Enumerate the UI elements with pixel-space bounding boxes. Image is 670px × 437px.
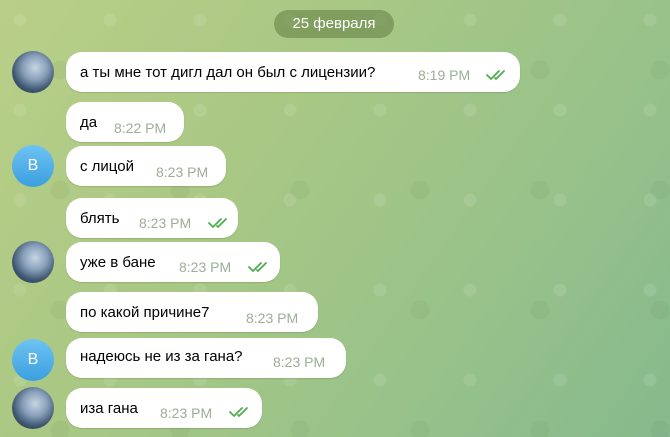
message-text: блять (80, 210, 120, 227)
message-text: а ты мне тот дигл дал он был с лицензии? (80, 64, 376, 81)
message-bubble[interactable]: с лицой 8:23 PM (66, 146, 226, 186)
read-checkmarks-icon (229, 407, 248, 417)
read-checkmarks-icon (486, 70, 505, 80)
message-time: 8:23 PM (179, 259, 232, 275)
avatar[interactable] (12, 51, 54, 93)
avatar[interactable]: B (12, 145, 54, 187)
message-text: надеюсь не из за гана? (80, 348, 243, 365)
message-text: иза гана (80, 400, 138, 417)
message-time: 8:23 PM (160, 405, 213, 421)
message-text: по какой причине7 (80, 304, 210, 321)
message-text: уже в бане (80, 254, 156, 271)
message-bubble[interactable]: надеюсь не из за гана? 8:23 PM (66, 338, 346, 378)
message-time: 8:23 PM (273, 354, 326, 370)
message-text: да (80, 114, 98, 131)
avatar[interactable] (12, 387, 54, 429)
message-bubble[interactable]: блять 8:23 PM (66, 198, 238, 238)
date-separator: 25 февраля (274, 10, 394, 38)
message-time: 8:23 PM (139, 215, 192, 231)
message-time: 8:22 PM (114, 120, 167, 136)
message-bubble[interactable]: а ты мне тот дигл дал он был с лицензии?… (66, 52, 520, 92)
message-time: 8:23 PM (156, 164, 209, 180)
message-bubble[interactable]: иза гана 8:23 PM (66, 388, 262, 428)
message-bubble[interactable]: уже в бане 8:23 PM (66, 242, 280, 282)
read-checkmarks-icon (248, 262, 267, 272)
message-bubble[interactable]: по какой причине7 8:23 PM (66, 292, 318, 332)
avatar[interactable] (12, 241, 54, 283)
message-text: с лицой (80, 158, 134, 175)
read-checkmarks-icon (208, 218, 227, 228)
avatar[interactable]: B (12, 339, 54, 381)
message-time: 8:19 PM (418, 67, 471, 83)
message-time: 8:23 PM (246, 310, 299, 326)
message-bubble[interactable]: да 8:22 PM (66, 102, 184, 142)
